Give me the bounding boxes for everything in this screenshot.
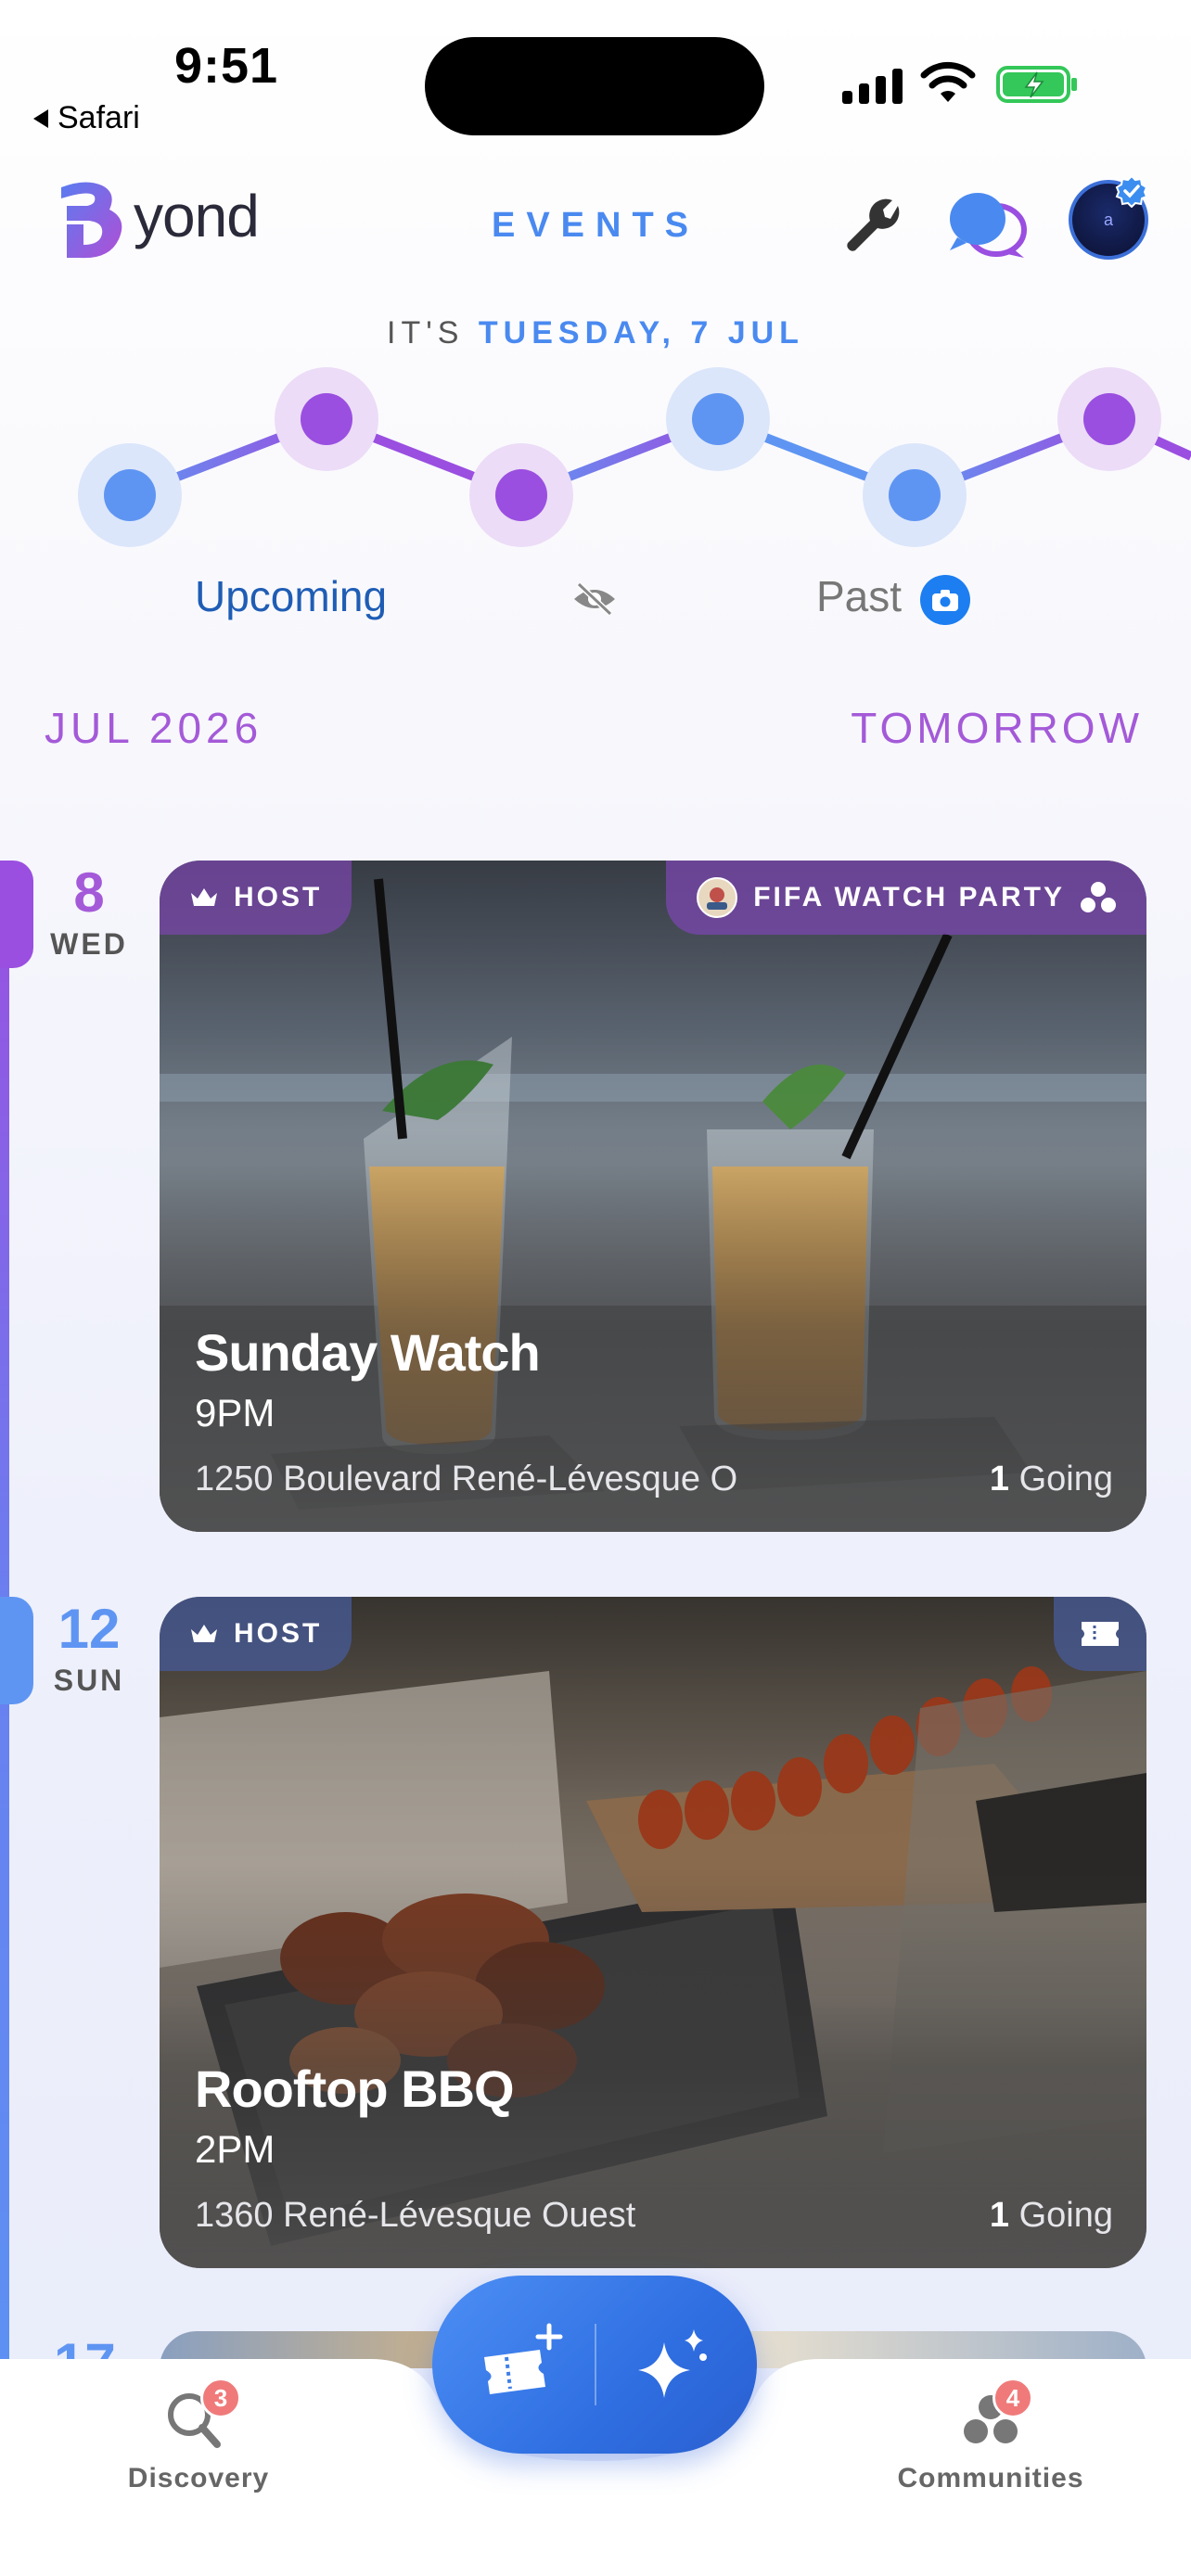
going-count[interactable]: 1 Going [990, 1460, 1113, 1499]
timeline-node[interactable] [275, 367, 378, 471]
discovery-icon-wrap: 3 [161, 2378, 241, 2452]
timeline-node[interactable] [666, 367, 770, 471]
clock: 9:51 [174, 38, 279, 94]
tab-past[interactable]: Past [816, 571, 902, 621]
day-number: 12 [58, 1598, 121, 1660]
day-number: 8 [73, 861, 105, 924]
communities-icon-wrap: 4 [954, 2378, 1033, 2452]
back-arrow-icon [33, 108, 48, 128]
communities-badge: 4 [992, 2378, 1033, 2418]
date-prefix: IT'S [387, 315, 465, 351]
tomorrow-button[interactable]: TOMORROW [851, 703, 1143, 753]
communities-label: Communities [897, 2463, 1084, 2493]
nav-communities[interactable]: 4 Communities [879, 2378, 1102, 2494]
camera-button[interactable] [920, 575, 970, 625]
going-label: Going [1018, 2196, 1113, 2235]
event-title: Rooftop BBQ [195, 2060, 515, 2118]
host-tag-label: HOST [234, 882, 323, 912]
wrench-icon[interactable] [842, 193, 907, 258]
ticket-tag[interactable] [1054, 1597, 1146, 1671]
discovery-label: Discovery [127, 2463, 270, 2493]
card-gradient-overlay [160, 1597, 1146, 2268]
discovery-badge: 3 [200, 2378, 241, 2418]
going-label: Going [1018, 1460, 1113, 1498]
host-tag: HOST [160, 861, 352, 935]
event-time: 9PM [195, 1391, 275, 1435]
month-label: JUL 2026 [45, 704, 263, 752]
dynamic-island [425, 37, 764, 135]
going-number: 1 [989, 1460, 1010, 1498]
event-title: Sunday Watch [195, 1323, 541, 1382]
add-ticket-icon[interactable] [475, 2320, 568, 2413]
upcoming-past-toggle: Upcoming Past [0, 571, 1191, 636]
today-date: TUESDAY, 7 JUL [478, 315, 804, 351]
event-time: 2PM [195, 2127, 275, 2171]
timeline-node[interactable] [469, 443, 573, 547]
cellular-signal-icon [842, 67, 903, 104]
community-avatar-icon [697, 877, 738, 918]
crown-icon [191, 888, 217, 906]
day-timeline-wave[interactable] [0, 352, 1191, 575]
card-gradient-overlay [160, 861, 1146, 1532]
event-day-label: 8 WED [37, 864, 141, 962]
community-tag[interactable]: FIFA WATCH PARTY [666, 861, 1146, 935]
battery-charging-icon [996, 66, 1077, 103]
nav-discovery[interactable]: 3 Discovery [87, 2378, 310, 2494]
day-name: SUN [53, 1664, 125, 1697]
avatar-initial: a [1103, 210, 1113, 229]
event-day-label: 12 SUN [37, 1600, 141, 1698]
fab-divider [595, 2324, 596, 2405]
community-dots-icon [1081, 882, 1116, 912]
rail-marker-day-8 [0, 861, 33, 968]
event-address: 1360 René-Lévesque Ouest [195, 2196, 636, 2235]
going-number: 1 [989, 2196, 1010, 2235]
timeline-node[interactable] [78, 443, 182, 547]
today-date-line: IT'S TUESDAY, 7 JUL [0, 315, 1191, 351]
ticket-icon [1082, 1622, 1119, 1646]
event-card-sunday-watch[interactable]: HOST FIFA WATCH PARTY Sunday Watch 9PM 1… [160, 861, 1146, 1532]
day-name: WED [50, 927, 128, 961]
host-tag-label: HOST [234, 1618, 323, 1649]
going-count[interactable]: 1 Going [990, 2196, 1113, 2236]
community-tag-label: FIFA WATCH PARTY [753, 882, 1065, 912]
status-bar: 9:51 Safari [0, 0, 1191, 148]
create-fab [432, 2276, 757, 2454]
back-to-safari[interactable]: Safari [33, 100, 140, 136]
timeline-node[interactable] [1057, 367, 1161, 471]
app-header: yond EVENTS a [0, 167, 1191, 278]
crown-icon [191, 1625, 217, 1642]
ai-sparkle-icon[interactable] [629, 2320, 718, 2409]
tab-upcoming[interactable]: Upcoming [195, 571, 387, 621]
chat-bubbles-icon[interactable] [946, 187, 1028, 261]
event-address: 1250 Boulevard René-Lévesque O [195, 1460, 738, 1498]
back-app-label: Safari [58, 100, 140, 135]
eye-slash-icon[interactable] [571, 580, 618, 618]
wifi-icon [920, 61, 976, 102]
event-card-rooftop-bbq[interactable]: HOST Rooftop BBQ 2PM 1360 René-Lévesque … [160, 1597, 1146, 2268]
camera-icon [932, 590, 958, 611]
verified-badge-icon [1115, 174, 1148, 208]
rail-marker-day-12 [0, 1597, 33, 1704]
timeline-node[interactable] [863, 443, 967, 547]
host-tag: HOST [160, 1597, 352, 1671]
